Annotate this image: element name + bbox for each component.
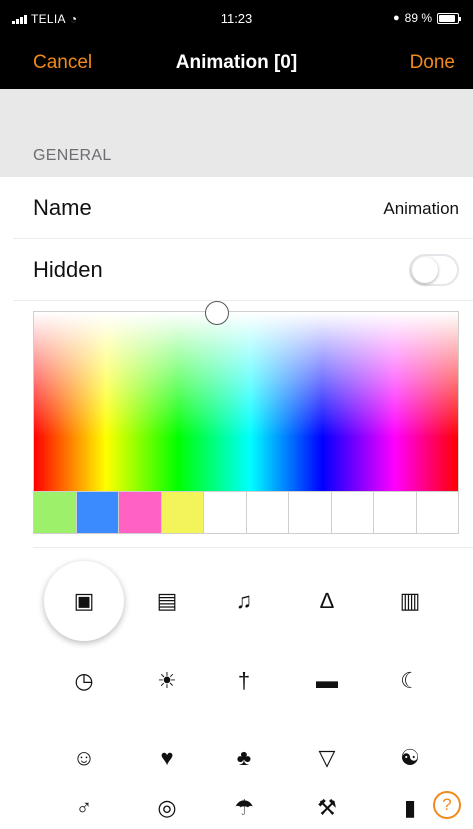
music-note-icon[interactable]: ♫ xyxy=(214,571,274,631)
hidden-row: Hidden xyxy=(13,239,473,301)
color-swatch[interactable] xyxy=(246,492,289,533)
color-swatch[interactable] xyxy=(331,492,374,533)
color-picker-spectrum[interactable] xyxy=(33,311,459,492)
name-label: Name xyxy=(33,195,92,220)
hidden-toggle[interactable] xyxy=(409,254,459,286)
color-swatches xyxy=(33,492,459,534)
printer-icon[interactable]: ▬ xyxy=(297,651,357,711)
color-swatch[interactable] xyxy=(204,492,247,533)
done-button[interactable]: Done xyxy=(410,52,455,74)
chef-icon[interactable]: ♂ xyxy=(54,778,114,829)
sun-icon[interactable]: ☀ xyxy=(137,651,197,711)
book-icon[interactable]: ▥ xyxy=(380,571,440,631)
nav-bar: Cancel Animation [0] Done xyxy=(0,36,473,89)
section-header: GENERAL xyxy=(0,89,473,177)
name-value[interactable]: Animation xyxy=(383,199,459,219)
top-bar: TELIA ◔ 11:23 ● 89 % Cancel Animation [0… xyxy=(0,0,473,89)
hammer-icon[interactable]: ⚒ xyxy=(297,778,357,829)
color-picker-handle[interactable] xyxy=(205,301,229,325)
presentation-icon[interactable]: ▤ xyxy=(137,571,197,631)
color-swatch[interactable] xyxy=(34,492,77,533)
lightbulb-icon[interactable]: ◎ xyxy=(137,778,197,829)
battery-fill xyxy=(439,14,455,22)
alarm-icon: ● xyxy=(392,12,400,24)
film-icon[interactable]: ▣ xyxy=(54,571,114,631)
umbrella-lamp-icon[interactable]: ☂ xyxy=(214,778,274,829)
status-bar: TELIA ◔ 11:23 ● 89 % xyxy=(0,0,473,36)
color-swatch[interactable] xyxy=(416,492,458,533)
fork-knife-icon[interactable]: † xyxy=(214,651,274,711)
divider xyxy=(33,547,473,548)
help-icon[interactable]: ? xyxy=(433,791,461,819)
section-title: GENERAL xyxy=(33,147,112,164)
dumbbell-icon[interactable]: ▮ xyxy=(380,778,440,829)
page-title: Animation [0] xyxy=(175,52,298,73)
color-swatch[interactable] xyxy=(76,492,119,533)
battery-percent: 89 % xyxy=(404,11,432,25)
color-swatch[interactable] xyxy=(374,492,417,533)
toggle-knob xyxy=(412,257,438,283)
status-right: ● 89 % xyxy=(392,11,461,25)
moon-icon[interactable]: ☾ xyxy=(380,651,440,711)
clock-icon[interactable]: ◷ xyxy=(54,651,114,711)
color-swatch[interactable] xyxy=(289,492,332,533)
color-swatch[interactable] xyxy=(161,492,204,533)
name-row[interactable]: Name Animation xyxy=(13,177,473,239)
color-swatch[interactable] xyxy=(119,492,162,533)
hidden-label: Hidden xyxy=(33,257,103,282)
lamp-icon[interactable]: ∆ xyxy=(297,571,357,631)
battery-icon xyxy=(437,12,461,24)
